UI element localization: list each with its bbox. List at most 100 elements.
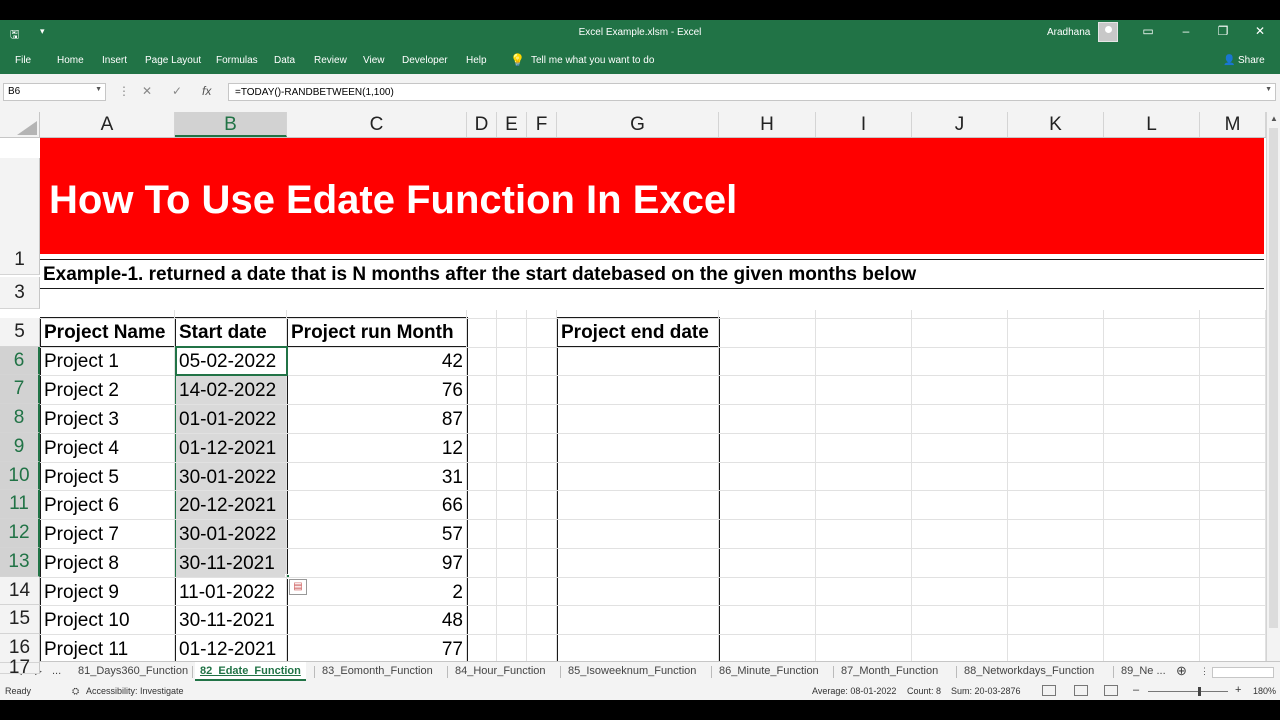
row-header-17[interactable]: 17 [0,658,40,677]
insert-function-icon[interactable]: fx [202,84,211,98]
project-name-cell[interactable]: Project 6 [40,490,176,520]
sheet-tab-8[interactable]: 88_Networkdays_Function [964,665,1094,677]
column-header-a[interactable]: A [40,112,175,137]
column-header-j[interactable]: J [912,112,1008,137]
scroll-thumb[interactable] [1269,128,1278,628]
tab-insert[interactable]: Insert [102,55,127,66]
start-date-cell[interactable]: 01-12-2021 [175,433,288,463]
column-header-f[interactable]: F [527,112,557,137]
column-header-e[interactable]: E [497,112,527,137]
row-header-3[interactable]: 3 [0,277,40,309]
row-header-11[interactable]: 11 [0,490,40,519]
row-header-10[interactable]: 10 [0,462,40,490]
tab-page-layout[interactable]: Page Layout [145,55,201,66]
accessibility-status[interactable]: Accessibility: Investigate [86,686,184,696]
column-header-h[interactable]: H [719,112,816,137]
start-date-cell[interactable]: 30-11-2021 [175,605,288,635]
end-date-cell[interactable] [557,577,720,606]
sheet-tab-1[interactable]: 81_Days360_Function [78,665,188,677]
sheet-tab-7[interactable]: 87_Month_Function [841,665,938,677]
end-date-cell[interactable] [557,462,720,491]
column-header-l[interactable]: L [1104,112,1200,137]
column-header-m[interactable]: M [1200,112,1266,137]
end-date-cell[interactable] [557,519,720,549]
share-icon[interactable]: 👤 [1223,55,1235,66]
start-date-cell[interactable]: 01-12-2021 [175,634,288,663]
sheet-tab-9[interactable]: 89_Ne ... [1121,665,1166,677]
formula-input[interactable]: =TODAY()-RANDBETWEEN(1,100) ▼ [228,83,1276,101]
sheet-tab-2[interactable]: 82_Edate_Function [195,662,306,681]
start-date-cell[interactable]: 11-01-2022 [175,577,288,606]
sheet-tabs-ellipsis[interactable]: ... [52,665,61,677]
start-date-cell[interactable]: 01-01-2022 [175,404,288,434]
tab-file[interactable]: File [15,55,31,66]
row-header-13[interactable]: 13 [0,548,40,577]
sheet-tab-3[interactable]: 83_Eomonth_Function [322,665,433,677]
tab-view[interactable]: View [363,55,385,66]
zoom-out-icon[interactable]: – [1133,684,1139,696]
end-date-cell[interactable] [557,634,720,663]
run-month-cell[interactable]: 12 [287,433,468,463]
zoom-slider-thumb[interactable] [1198,687,1201,696]
row-header-15[interactable]: 15 [0,605,40,634]
end-date-cell[interactable] [557,605,720,635]
normal-view-icon[interactable] [1042,685,1056,696]
tab-formulas[interactable]: Formulas [216,55,258,66]
project-name-cell[interactable]: Project 7 [40,519,176,549]
scroll-up-icon[interactable]: ▲ [1268,114,1280,126]
select-all-button[interactable] [0,112,40,137]
example-heading[interactable]: Example-1. returned a date that is N mon… [40,259,1264,289]
run-month-cell[interactable]: 76 [287,375,468,405]
header-project-run-month[interactable]: Project run Month [287,317,468,347]
end-date-cell[interactable] [557,548,720,578]
project-name-cell[interactable]: Project 10 [40,605,176,635]
tab-home[interactable]: Home [57,55,84,66]
tab-developer[interactable]: Developer [402,55,448,66]
horizontal-scrollbar[interactable] [1212,667,1274,678]
avatar[interactable] [1098,22,1118,42]
project-name-cell[interactable]: Project 8 [40,548,176,578]
row-header-6[interactable]: 6 [0,347,40,375]
tab-help[interactable]: Help [466,55,487,66]
name-box[interactable]: B6 ▼ [3,83,106,101]
row-header-12[interactable]: 12 [0,519,40,548]
project-name-cell[interactable]: Project 1 [40,346,176,376]
tab-review[interactable]: Review [314,55,347,66]
run-month-cell[interactable]: 57 [287,519,468,549]
run-month-cell[interactable]: 48 [287,605,468,635]
start-date-cell[interactable]: 30-01-2022 [175,519,288,549]
zoom-level[interactable]: 180% [1253,686,1276,696]
column-header-b[interactable]: B [175,112,287,137]
project-name-cell[interactable]: Project 3 [40,404,176,434]
enter-icon[interactable]: ✓ [172,84,182,98]
zoom-slider[interactable] [1148,691,1228,692]
row-header-7[interactable]: 7 [0,375,40,404]
column-header-d[interactable]: D [467,112,497,137]
share-button[interactable]: Share [1238,55,1265,66]
ribbon-display-options-icon[interactable]: ▭ [1138,24,1158,38]
project-name-cell[interactable]: Project 5 [40,462,176,491]
tell-me-search[interactable]: Tell me what you want to do [531,55,654,66]
column-header-i[interactable]: I [816,112,912,137]
project-name-cell[interactable]: Project 11 [40,634,176,663]
status-average[interactable]: Average: 08-01-2022 [812,686,896,696]
close-icon[interactable]: ✕ [1250,24,1270,38]
minimize-icon[interactable]: – [1176,24,1196,38]
active-cell-border[interactable] [175,346,288,376]
end-date-cell[interactable] [557,490,720,520]
new-sheet-icon[interactable]: ⊕ [1176,663,1187,679]
end-date-cell[interactable] [557,433,720,463]
run-month-cell[interactable]: 2 [287,577,468,606]
sheet-tab-5[interactable]: 85_Isoweeknum_Function [568,665,696,677]
row-header-8[interactable]: 8 [0,404,40,433]
end-date-cell[interactable] [557,404,720,434]
row-header-14[interactable]: 14 [0,577,40,605]
cancel-icon[interactable]: ✕ [142,84,152,98]
page-layout-view-icon[interactable] [1074,685,1088,696]
sheet-tab-6[interactable]: 86_Minute_Function [719,665,819,677]
expand-formula-icon[interactable]: ▼ [1265,86,1272,93]
row-header-9[interactable]: 9 [0,433,40,462]
row-header-1[interactable]: 1 [0,158,40,275]
start-date-cell[interactable]: 20-12-2021 [175,490,288,520]
project-name-cell[interactable]: Project 2 [40,375,176,405]
